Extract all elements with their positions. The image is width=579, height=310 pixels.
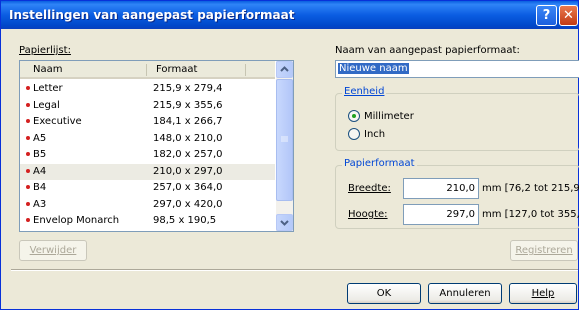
radio-selected-dot [352,114,356,118]
height-label: Hoogte: [348,209,388,220]
list-item-name: A4 [33,165,47,177]
list-item-name: A3 [33,198,47,210]
bullet-icon [26,185,30,189]
help-button[interactable]: Help [509,283,577,304]
bullet-icon [26,218,30,222]
list-item-format: 210,0 x 297,0 [153,165,223,177]
list-item-format: 182,0 x 257,0 [153,149,223,160]
window-title: Instellingen van aangepast papierformaat [9,8,295,22]
scroll-thumb[interactable] [276,79,293,201]
list-item-name: Envelop Monarch [33,215,120,226]
list-item-format: 148,0 x 210,0 [153,132,223,144]
title-bar[interactable]: Instellingen van aangepast papierformaat… [1,1,578,29]
cancel-button[interactable]: Annuleren [428,283,502,304]
list-item[interactable]: B4 257,0 x 364,0 [20,180,275,197]
list-item[interactable]: Legal 215,9 x 355,6 [20,98,275,115]
list-item-name: B4 [33,182,47,193]
list-item-format: 184,1 x 266,7 [153,116,223,127]
delete-button-label: Verwijder [29,245,77,256]
list-item[interactable]: B5 182,0 x 257,0 [20,147,275,164]
close-icon[interactable]: ✕ [559,5,578,26]
unit-group [335,93,579,151]
dialog-window: Instellingen van aangepast papierformaat… [0,0,579,310]
list-item[interactable]: A5 148,0 x 210,0 [20,131,275,148]
chevron-down-icon [280,220,289,226]
paper-list[interactable]: Naam Formaat Letter 215,9 x 279,4 Legal 215… [19,60,294,232]
grip-icon [281,136,288,142]
radio-inch-label[interactable]: Inch [364,129,385,140]
column-header-name[interactable]: Naam [33,64,62,75]
width-value: 210,0 [446,183,475,194]
column-header-format[interactable]: Formaat [156,64,197,75]
list-item[interactable]: Letter 215,9 x 279,4 [20,81,275,98]
register-button[interactable]: Registreren [510,240,578,261]
ok-button-label: OK [376,288,392,299]
column-divider[interactable] [146,64,147,76]
height-value: 297,0 [446,209,475,220]
bullet-icon [26,135,30,140]
custom-name-value: Nieuwe naam [338,63,409,74]
register-button-label: Registreren [515,245,573,256]
list-item-name: B5 [33,149,47,160]
list-rows: Letter 215,9 x 279,4 Legal 215,9 x 355,6 Exe… [20,81,275,230]
list-item[interactable]: A4 210,0 x 297,0 [20,163,275,180]
list-item-format: 257,0 x 364,0 [153,182,223,193]
footer-separator [11,269,578,271]
height-range: mm [127,0 tot 355,6] [482,209,579,220]
delete-button[interactable]: Verwijder [19,240,87,261]
list-item-format: 297,0 x 420,0 [153,198,223,210]
custom-name-input[interactable]: Nieuwe naam [335,60,579,78]
list-item-name: Legal [33,99,60,111]
cancel-button-label: Annuleren [439,288,491,299]
bullet-icon [26,168,30,173]
paper-list-label: Papierlijst: [19,45,71,56]
list-item-name: A5 [33,132,47,144]
width-range: mm [76,2 tot 215,9] [482,183,579,194]
list-item-name: Executive [33,116,82,127]
list-item-format: 215,9 x 355,6 [153,99,223,111]
bullet-icon [26,86,30,90]
unit-group-title: Eenheid [342,86,387,97]
help-button-label: Help [531,288,555,299]
custom-name-label: Naam van aangepast papierformaat: [335,45,520,56]
height-input[interactable]: 297,0 [403,204,479,225]
width-input[interactable]: 210,0 [403,178,479,199]
list-item-format: 215,9 x 279,4 [153,83,223,94]
ok-button[interactable]: OK [347,283,421,304]
scroll-down-button[interactable] [276,214,293,231]
width-label: Breedte: [348,183,391,194]
bullet-icon [26,152,30,156]
list-scrollbar[interactable] [276,61,293,231]
list-item-name: Letter [33,83,63,94]
bullet-icon [26,119,30,123]
scroll-up-button[interactable] [276,61,293,78]
column-divider[interactable] [245,64,246,76]
bullet-icon [26,201,30,206]
help-icon[interactable]: ? [536,5,557,26]
list-item-format: 98,5 x 190,5 [153,215,217,226]
radio-millimeter-label[interactable]: Millimeter [364,111,414,122]
paper-size-group-title: Papierformaat [342,158,417,169]
chevron-up-icon [280,66,289,72]
custom-name-label-text: Naam van aangepast papierformaat: [335,45,520,56]
bullet-icon [26,102,30,107]
list-item[interactable]: A3 297,0 x 420,0 [20,197,275,214]
list-item[interactable]: Executive 184,1 x 266,7 [20,114,275,131]
radio-millimeter[interactable] [348,110,360,122]
list-item[interactable]: Envelop Monarch 98,5 x 190,5 [20,213,275,230]
list-header: Naam Formaat [20,61,275,79]
radio-inch[interactable] [348,128,360,140]
